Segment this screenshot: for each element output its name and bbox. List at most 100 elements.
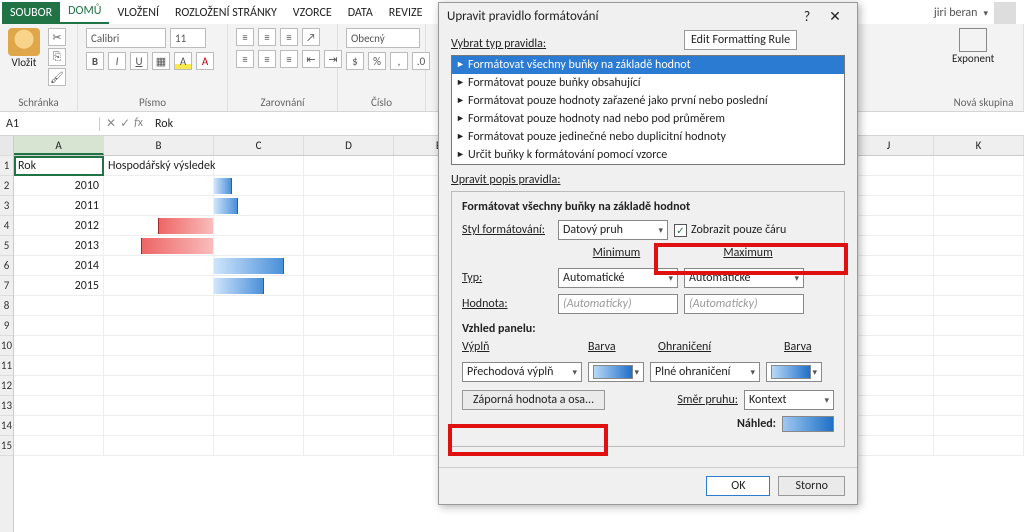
cell[interactable] [104, 436, 214, 456]
col-header[interactable]: A [14, 136, 104, 155]
cell[interactable] [214, 236, 304, 256]
cell[interactable] [934, 436, 1024, 456]
cell[interactable] [304, 376, 394, 396]
tab-file[interactable]: SOUBOR [2, 2, 60, 24]
cell[interactable] [14, 316, 104, 336]
cell[interactable] [214, 296, 304, 316]
cell[interactable] [214, 436, 304, 456]
cell[interactable] [304, 216, 394, 236]
cell[interactable] [14, 436, 104, 456]
cell[interactable]: Rok [14, 156, 104, 176]
align-right-button[interactable]: ≡ [280, 50, 298, 68]
min-value-input[interactable]: (Automaticky) [558, 294, 678, 314]
bold-button[interactable]: B [86, 52, 104, 70]
cell[interactable] [304, 396, 394, 416]
cell[interactable] [214, 256, 304, 276]
paste-button[interactable]: Vložit [8, 28, 40, 69]
cell[interactable] [304, 296, 394, 316]
cell[interactable] [304, 156, 394, 176]
format-painter-button[interactable]: 🖌 [48, 68, 66, 86]
font-color-button[interactable]: A [196, 52, 214, 70]
col-header[interactable]: C [214, 136, 304, 155]
cell[interactable] [104, 416, 214, 436]
underline-button[interactable]: U [130, 52, 148, 70]
font-size-combo[interactable]: 11 [170, 28, 206, 48]
rule-item[interactable]: Formátovat pouze hodnoty nad nebo pod pr… [452, 110, 844, 128]
rule-item[interactable]: Formátovat pouze hodnoty zařazené jako p… [452, 92, 844, 110]
cell[interactable] [934, 156, 1024, 176]
cell[interactable] [304, 436, 394, 456]
max-value-input[interactable]: (Automaticky) [684, 294, 804, 314]
border-color-combo[interactable]: ▾ [766, 362, 822, 382]
enter-formula-icon[interactable]: ✓ [120, 116, 130, 131]
cell[interactable] [14, 356, 104, 376]
cell[interactable]: 2015 [14, 276, 104, 296]
fx-icon[interactable]: fx [134, 116, 143, 131]
cell[interactable] [104, 276, 214, 296]
row-header[interactable]: 13 [0, 396, 13, 416]
cell[interactable] [304, 236, 394, 256]
row-header[interactable]: 1 [0, 156, 13, 176]
cell[interactable] [104, 396, 214, 416]
cell[interactable] [934, 316, 1024, 336]
cancel-button[interactable]: Storno [778, 476, 845, 496]
cell[interactable] [104, 296, 214, 316]
cell[interactable] [104, 196, 214, 216]
orientation-button[interactable]: ↗ [302, 28, 320, 46]
bar-direction-combo[interactable]: Kontext▾ [744, 390, 834, 410]
rule-item[interactable]: Formátovat všechny buňky na základě hodn… [452, 56, 844, 74]
cell[interactable] [934, 296, 1024, 316]
border-button[interactable]: ▦ [152, 52, 170, 70]
cell[interactable] [14, 336, 104, 356]
cell[interactable] [214, 416, 304, 436]
row-header[interactable]: 10 [0, 336, 13, 356]
fill-color-button[interactable]: A [174, 52, 192, 70]
cell[interactable] [104, 376, 214, 396]
cell[interactable]: Hospodářský výsledek [104, 156, 214, 176]
cell[interactable] [104, 336, 214, 356]
align-mid-button[interactable]: ≡ [258, 28, 276, 46]
cell[interactable] [304, 316, 394, 336]
cell[interactable] [214, 396, 304, 416]
cell[interactable]: 2010 [14, 176, 104, 196]
align-left-button[interactable]: ≡ [236, 50, 254, 68]
currency-button[interactable]: $ [346, 52, 364, 70]
col-header[interactable]: B [104, 136, 214, 155]
cell[interactable] [214, 176, 304, 196]
exponent-button[interactable]: Exponent [952, 28, 994, 65]
cell[interactable] [214, 196, 304, 216]
font-name-combo[interactable]: Calibri [86, 28, 166, 48]
cell[interactable] [214, 156, 304, 176]
row-header[interactable]: 2 [0, 176, 13, 196]
negative-value-axis-button[interactable]: Záporná hodnota a osa... [462, 390, 605, 410]
cell[interactable] [304, 336, 394, 356]
cell[interactable] [104, 176, 214, 196]
col-header[interactable]: D [304, 136, 394, 155]
cell[interactable] [304, 276, 394, 296]
cell[interactable] [214, 376, 304, 396]
align-top-button[interactable]: ≡ [236, 28, 254, 46]
cell[interactable] [934, 416, 1024, 436]
row-header[interactable]: 4 [0, 216, 13, 236]
cell[interactable] [214, 336, 304, 356]
cell[interactable] [934, 236, 1024, 256]
cut-button[interactable]: ✂ [48, 28, 66, 46]
cell[interactable] [304, 176, 394, 196]
tab-review[interactable]: REVIZE [381, 2, 431, 24]
fill-type-combo[interactable]: Přechodová výplň▾ [462, 362, 582, 382]
cell[interactable] [304, 356, 394, 376]
cell[interactable] [214, 316, 304, 336]
row-header[interactable]: 5 [0, 236, 13, 256]
cell[interactable] [934, 356, 1024, 376]
cell[interactable] [14, 376, 104, 396]
italic-button[interactable]: I [108, 52, 126, 70]
name-box[interactable]: A1 [0, 117, 100, 131]
cell[interactable] [934, 216, 1024, 236]
align-center-button[interactable]: ≡ [258, 50, 276, 68]
indent-dec-button[interactable]: ⇤ [302, 50, 320, 68]
cell[interactable] [934, 276, 1024, 296]
cell[interactable] [934, 396, 1024, 416]
cell[interactable] [104, 316, 214, 336]
user-account[interactable]: jiri beran ▾ [934, 2, 1024, 24]
cell[interactable] [104, 356, 214, 376]
